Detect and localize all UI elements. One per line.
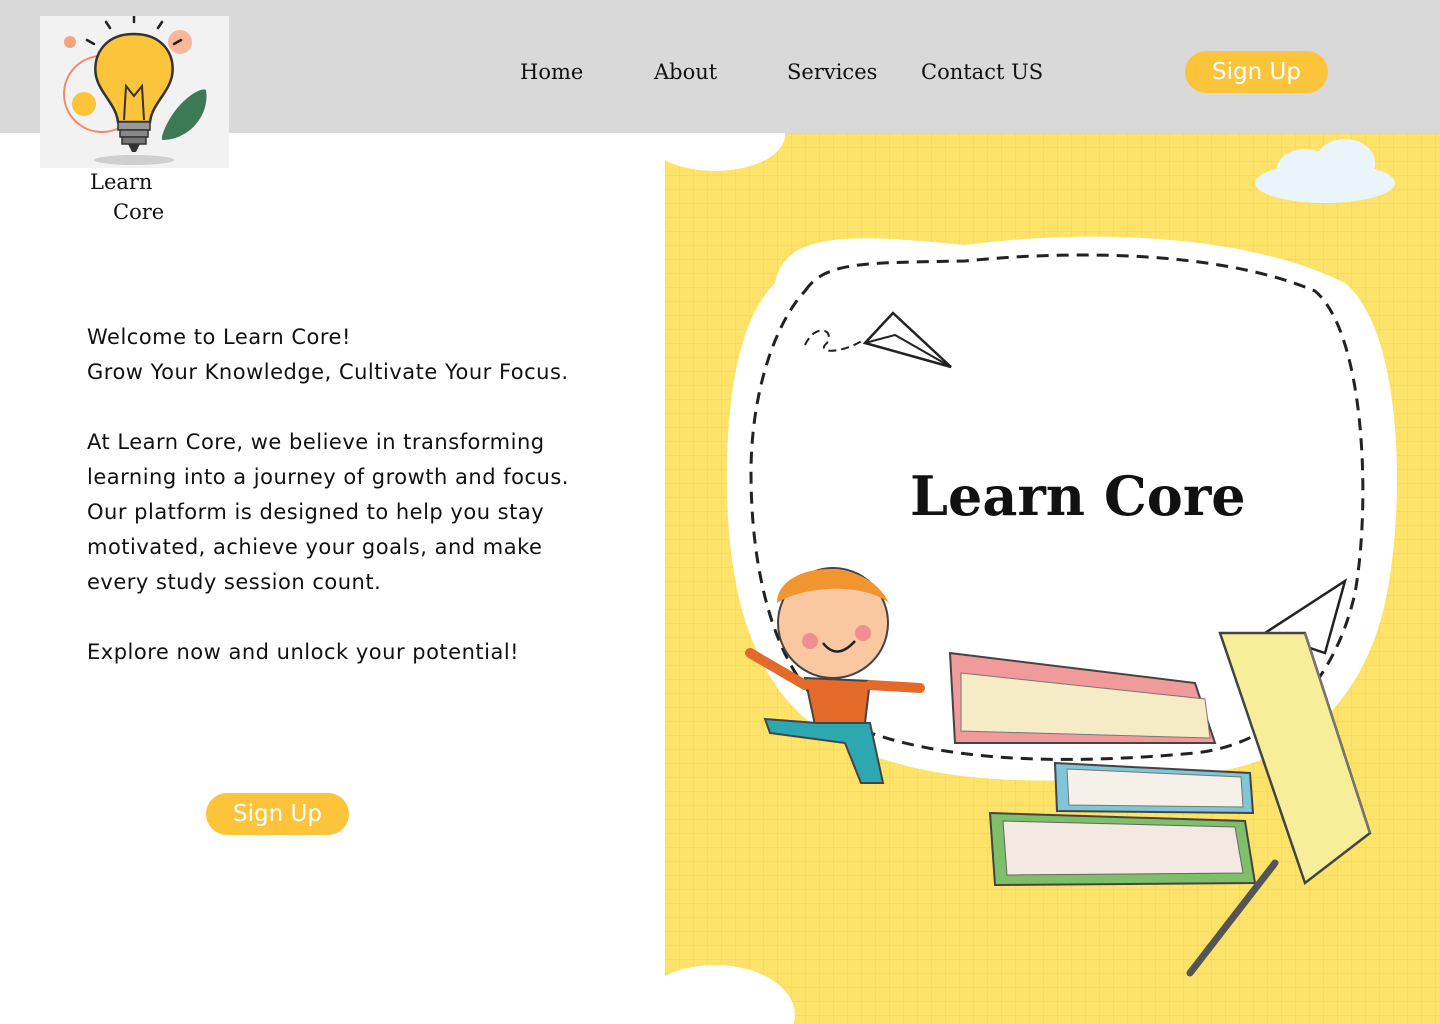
nav-contact-us[interactable]: Contact US [921,60,1043,84]
hero-body: At Learn Core, we believe in transformin… [87,430,569,594]
hero-illustration [665,133,1440,1024]
logo[interactable] [40,14,229,168]
header-sign-up-button[interactable]: Sign Up [1185,51,1328,93]
lightbulb-icon [63,14,207,165]
hero-text: Welcome to Learn Core! Grow Your Knowled… [87,320,607,670]
hero-explore: Explore now and unlock your potential! [87,640,520,664]
brand-name-line-1: Learn [90,170,153,194]
hero-tagline: Grow Your Knowledge, Cultivate Your Focu… [87,360,569,384]
hero-welcome: Welcome to Learn Core! [87,325,351,349]
brand-name-line-2: Core [113,200,165,224]
illustration-title: Learn Core [910,464,1246,528]
nav-services[interactable]: Services [787,60,877,84]
nav-home[interactable]: Home [520,60,583,84]
hero-sign-up-button[interactable]: Sign Up [206,793,349,835]
study-illustration [665,133,1440,1024]
nav-about[interactable]: About [654,60,717,84]
